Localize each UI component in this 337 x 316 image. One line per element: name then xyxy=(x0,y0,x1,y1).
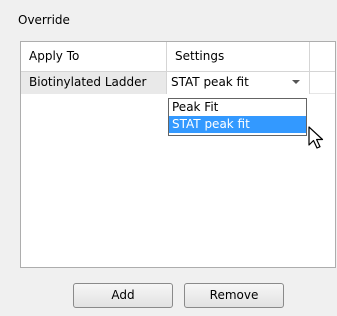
override-grid[interactable]: Apply To Settings Biotinylated Ladder ST… xyxy=(20,41,336,268)
dropdown-option-peak-fit[interactable]: Peak Fit xyxy=(169,99,306,116)
override-label: Override xyxy=(18,13,70,27)
chevron-down-icon[interactable] xyxy=(291,78,301,88)
column-header-settings[interactable]: Settings xyxy=(167,42,310,71)
add-button[interactable]: Add xyxy=(73,283,173,308)
dropdown-option-stat-peak-fit[interactable]: STAT peak fit xyxy=(169,116,306,133)
grid-header: Apply To Settings xyxy=(21,42,335,72)
column-header-apply-to[interactable]: Apply To xyxy=(21,42,167,71)
settings-combo[interactable]: STAT peak fit xyxy=(167,72,310,94)
remove-button[interactable]: Remove xyxy=(184,283,284,308)
settings-dropdown-list[interactable]: Peak Fit STAT peak fit xyxy=(168,98,307,136)
mouse-pointer-icon xyxy=(308,126,324,149)
apply-to-cell[interactable]: Biotinylated Ladder xyxy=(21,72,167,94)
table-row[interactable]: Biotinylated Ladder STAT peak fit xyxy=(21,72,335,94)
settings-combo-value: STAT peak fit xyxy=(171,75,249,89)
